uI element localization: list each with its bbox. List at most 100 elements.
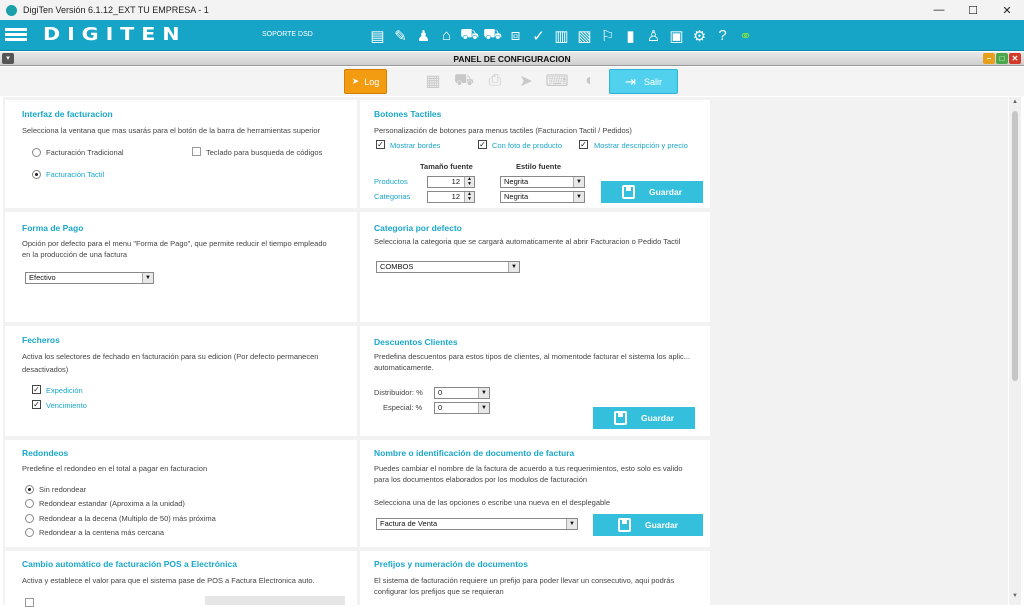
prefijos-card: Prefijos y numeración de documentos El s…: [360, 551, 710, 605]
invoice-icon[interactable]: ▤: [366, 24, 389, 47]
productos-size-stepper[interactable]: 12 ▲ ▼: [427, 176, 475, 188]
save-icon: [613, 411, 627, 425]
photo-icon[interactable]: ▣: [665, 24, 688, 47]
receipt-icon[interactable]: ▧: [573, 24, 596, 47]
vencimiento-checkbox[interactable]: ✓: [32, 400, 41, 409]
distribuidor-label: Distribuidor: %: [374, 388, 423, 397]
categorias-style-select[interactable]: Negrita ▼: [500, 191, 585, 203]
bank-icon[interactable]: ⚐: [596, 24, 619, 47]
chevron-down-icon: ▼: [478, 388, 489, 398]
box-icon[interactable]: ⧈: [504, 24, 527, 47]
teclado-checkbox[interactable]: [192, 147, 201, 156]
panel-minimize-button[interactable]: –: [983, 53, 995, 64]
redondear-decena-label: Redondear a la decena (Multiplo de 50) m…: [39, 514, 216, 523]
main-toolbar: DIGITEN SOPORTE DSD ▤ ✎ ♟ ⌂ ⛟ ⛟ ⧈ ✓ ▥ ▧ ⚐ ▮ ♙ ▣ ⚙? ⚭: [0, 20, 1024, 51]
scroll-thumb[interactable]: [1012, 111, 1018, 381]
mostrar-bordes-label: Mostrar bordes: [390, 141, 441, 150]
interfaz-desc: Selecciona la ventana que mas usarás par…: [22, 126, 321, 135]
radio-redondear-decena[interactable]: [25, 514, 34, 523]
vertical-scrollbar[interactable]: ▲ ▼: [1009, 97, 1021, 605]
distribuidor-select[interactable]: 0 ▼: [434, 387, 490, 399]
help-icon[interactable]: ?: [711, 24, 734, 47]
guardar-label: Guardar: [648, 187, 683, 197]
tag-icon[interactable]: ✎: [389, 24, 412, 47]
maximize-button[interactable]: ☐: [956, 0, 990, 20]
scroll-up-icon[interactable]: ▲: [1009, 99, 1021, 109]
send-icon: ➤: [351, 76, 360, 86]
sin-redondear-label: Sin redondear: [39, 485, 87, 494]
keyboard-icon[interactable]: ⌨: [545, 70, 568, 92]
especial-value: 0: [438, 403, 443, 412]
nombre-desc-2: para los documentos elaborados por los m…: [374, 475, 588, 484]
image-icon[interactable]: ▦: [422, 70, 444, 92]
chart-icon[interactable]: ▮: [619, 24, 642, 47]
salir-button[interactable]: ⇥ Salir: [609, 69, 678, 94]
fecheros-card: Fecheros Activa los selectores de fechad…: [5, 326, 357, 436]
radio-tradicional[interactable]: [32, 148, 41, 157]
categorias-style-value: Negrita: [504, 192, 529, 201]
minimize-button[interactable]: —: [922, 0, 956, 20]
categorias-size-stepper[interactable]: 12 ▲ ▼: [427, 191, 475, 203]
cart-add-icon[interactable]: ⛟: [458, 24, 481, 47]
categoria-desc: Selecciona la categoria que se cargará a…: [374, 237, 681, 246]
fecheros-title: Fecheros: [22, 335, 60, 345]
log-button[interactable]: ➤ Log: [344, 69, 387, 94]
nombre-desc-3: Selecciona una de las opciones o escribe…: [374, 498, 611, 507]
chevron-down-icon: ▼: [508, 262, 519, 272]
prefijos-desc-2: configurar los prefijos que se requieran: [374, 587, 504, 596]
radio-tactil[interactable]: [32, 170, 41, 179]
panel-close-button[interactable]: ✕: [1009, 53, 1021, 64]
productos-size-value: 12: [451, 177, 460, 186]
users-icon[interactable]: ♙: [642, 24, 665, 47]
nombre-guardar-button[interactable]: Guardar: [593, 514, 703, 536]
foto-producto-checkbox[interactable]: ✓: [478, 140, 487, 149]
especial-select[interactable]: 0 ▼: [434, 402, 490, 414]
salir-label: Salir: [643, 76, 662, 87]
radio-redondear-centena[interactable]: [25, 528, 34, 537]
close-button[interactable]: ✕: [990, 0, 1024, 20]
categoria-select[interactable]: COMBOS ▼: [376, 261, 520, 273]
productos-label: Productos: [374, 177, 408, 186]
mostrar-bordes-checkbox[interactable]: ✓: [376, 140, 385, 149]
document-icon[interactable]: ▥: [550, 24, 573, 47]
distribuidor-value: 0: [438, 388, 443, 397]
send-icon[interactable]: ➤: [515, 70, 537, 92]
checklist-icon[interactable]: ✓: [527, 24, 550, 47]
cart-icon[interactable]: ⛟: [481, 24, 504, 47]
save-icon: [621, 185, 635, 199]
vencimiento-label: Vencimiento: [46, 401, 87, 410]
nombre-select[interactable]: Factura de Venta ▼: [376, 518, 578, 530]
panel-maximize-button[interactable]: □: [996, 53, 1008, 64]
save-icon: [617, 518, 631, 532]
chevron-down-icon: ▼: [573, 192, 584, 202]
user-icon[interactable]: ♟: [412, 24, 435, 47]
descuentos-guardar-button[interactable]: Guardar: [593, 407, 695, 429]
price-tag-icon[interactable]: ⌂: [435, 24, 458, 47]
action-bar: ➤ Log ▦ ⛟ ⎙ ➤ ⌨ ◐ ⇥ Salir: [0, 67, 1024, 96]
pago-select[interactable]: Efectivo ▼: [25, 272, 154, 284]
mostrar-descripcion-checkbox[interactable]: ✓: [579, 140, 588, 149]
link-icon[interactable]: ⚭: [734, 24, 757, 47]
scroll-down-icon[interactable]: ▼: [1009, 593, 1021, 603]
pago-title: Forma de Pago: [22, 223, 84, 233]
bulb-icon[interactable]: ◐: [579, 70, 601, 92]
nombre-card: Nombre o identificación de documento de …: [360, 440, 710, 547]
cambio-checkbox[interactable]: [25, 598, 34, 607]
cart-icon[interactable]: ⛟: [453, 70, 475, 92]
soporte-link[interactable]: SOPORTE DSD: [262, 31, 313, 38]
productos-style-select[interactable]: Negrita ▼: [500, 176, 585, 188]
botones-guardar-button[interactable]: Guardar: [601, 181, 703, 203]
chevron-down-icon: ▼: [566, 519, 577, 529]
radio-redondear-estandar[interactable]: [25, 499, 34, 508]
gear-icon[interactable]: ⚙: [688, 24, 711, 47]
radio-sin-redondear[interactable]: [25, 485, 34, 494]
categoria-title: Categoria por defecto: [374, 223, 462, 233]
descuentos-card: Descuentos Clientes Predefina descuentos…: [360, 326, 710, 436]
cambio-value-field[interactable]: [205, 596, 345, 605]
menu-icon[interactable]: [5, 26, 27, 44]
fecheros-desc-2: desactivados): [22, 365, 69, 374]
categoria-value: COMBOS: [380, 262, 414, 271]
expedicion-checkbox[interactable]: ✓: [32, 385, 41, 394]
printer-icon[interactable]: ⎙: [484, 70, 506, 92]
cambio-desc: Activa y establece el valor para que el …: [22, 576, 315, 585]
